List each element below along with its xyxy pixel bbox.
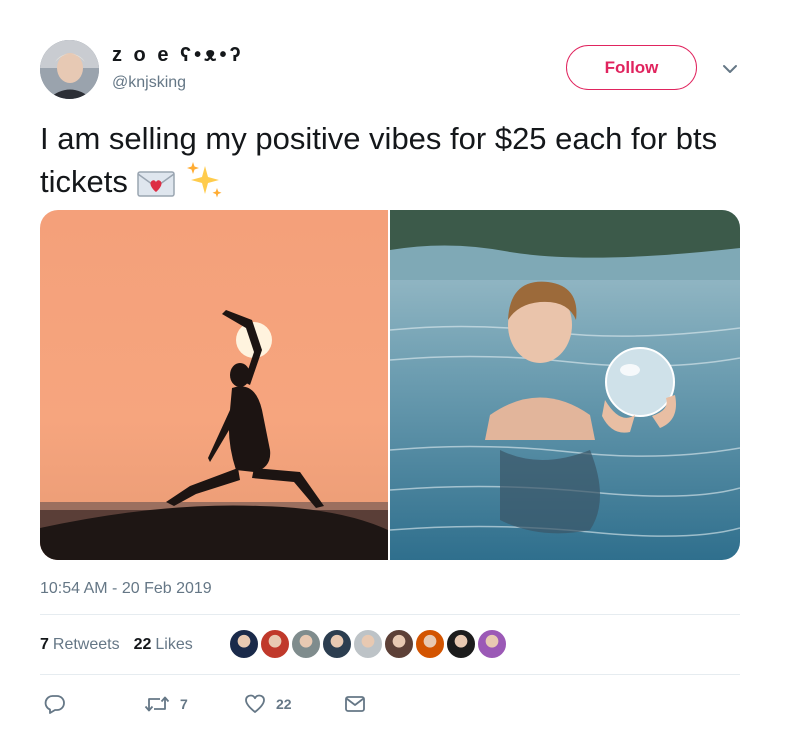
direct-message-button[interactable] <box>344 693 366 715</box>
liker-avatar[interactable] <box>321 628 353 660</box>
liker-avatars <box>228 628 508 660</box>
likes-label: Likes <box>155 636 193 653</box>
divider <box>40 674 740 675</box>
liker-avatar[interactable] <box>476 628 508 660</box>
liker-avatar[interactable] <box>352 628 384 660</box>
liker-avatar[interactable] <box>383 628 415 660</box>
tweet-text: I am selling my positive vibes for $25 e… <box>40 118 760 211</box>
love-letter-icon <box>136 168 176 211</box>
divider <box>40 614 740 615</box>
liker-avatar[interactable] <box>259 628 291 660</box>
retweet-button[interactable]: 7 <box>144 693 188 715</box>
user-handle[interactable]: @knjsking <box>112 74 186 92</box>
chevron-down-icon[interactable] <box>720 62 740 76</box>
reply-button[interactable] <box>44 693 76 715</box>
avatar[interactable] <box>40 40 99 99</box>
retweets-stat[interactable]: 7 Retweets <box>40 636 120 654</box>
likes-stat[interactable]: 22 Likes <box>134 636 193 654</box>
liker-avatar[interactable] <box>228 628 260 660</box>
media-photo-water[interactable] <box>390 210 740 560</box>
follow-button[interactable]: Follow <box>566 45 697 90</box>
retweets-count: 7 <box>40 636 49 653</box>
tweet-media[interactable] <box>40 210 740 560</box>
avatar-image <box>40 40 99 99</box>
like-count: 22 <box>276 696 292 712</box>
liker-avatar[interactable] <box>290 628 322 660</box>
retweet-icon <box>144 696 170 712</box>
tweet-timestamp[interactable]: 10:54 AM - 20 Feb 2019 <box>40 580 212 598</box>
retweet-count: 7 <box>180 696 188 712</box>
liker-avatar[interactable] <box>414 628 446 660</box>
media-photo-yoga[interactable] <box>40 210 388 560</box>
likes-count: 22 <box>133 636 152 653</box>
liker-avatar[interactable] <box>445 628 477 660</box>
reply-icon <box>44 695 65 714</box>
tweet-actions: 7 22 <box>40 693 400 717</box>
sparkles-icon <box>185 160 225 211</box>
like-button[interactable]: 22 <box>244 693 292 715</box>
tweet-stats: 7 Retweets 22 Likes <box>40 636 193 654</box>
heart-icon <box>245 694 265 713</box>
display-name[interactable]: z o e ʕ•ᴥ•ʔ <box>112 44 244 67</box>
retweets-label: Retweets <box>52 636 120 653</box>
envelope-icon <box>345 696 365 712</box>
